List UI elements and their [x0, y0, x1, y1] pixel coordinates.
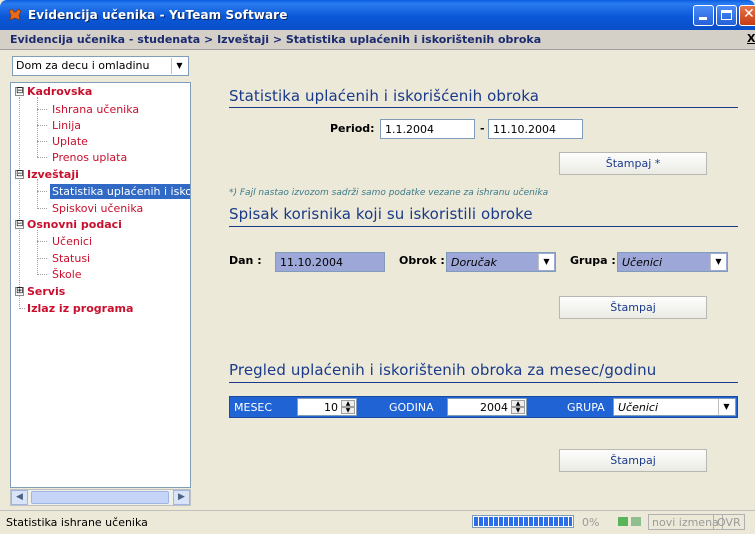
- close-icon: ✕: [743, 6, 755, 22]
- tree-item-label: Škole: [52, 268, 82, 281]
- stats-section-title: Statistika uplaćenih i iskorišćenih obro…: [229, 87, 540, 105]
- minimize-icon: [699, 17, 707, 20]
- day-value: 11.10.2004: [280, 256, 343, 269]
- new-changes-indicator: novi izmena: [648, 514, 723, 530]
- year-label: GODINA: [389, 401, 434, 414]
- breadcrumb: Evidencija učenika - studenata > Izvešta…: [0, 30, 755, 50]
- meal-value: Doručak: [451, 256, 497, 269]
- meal-label: Obrok :: [399, 254, 445, 267]
- collapse-icon[interactable]: ⊟: [15, 220, 24, 229]
- period-separator: -: [480, 122, 485, 135]
- period-label: Period:: [330, 122, 375, 135]
- scroll-right-icon[interactable]: ▶: [173, 490, 190, 505]
- institution-select[interactable]: Dom za decu i omladinu ▼: [12, 56, 189, 76]
- tree-item-label: Spiskovi učenika: [52, 202, 144, 215]
- period-to-input[interactable]: 11.10.2004: [488, 119, 583, 139]
- print-stats-button[interactable]: Štampaj *: [559, 152, 707, 175]
- close-button[interactable]: ✕: [739, 5, 755, 26]
- month-label: MESEC: [234, 401, 273, 414]
- minimize-button[interactable]: [693, 5, 714, 26]
- meal-select[interactable]: Doručak ▼: [446, 252, 556, 272]
- app-icon: [8, 8, 22, 21]
- tree-item-label: Učenici: [52, 235, 92, 248]
- maximize-button[interactable]: [716, 5, 737, 26]
- title-bar: Evidencija učenika - YuTeam Software ✕: [0, 0, 755, 30]
- tree-group-label: Kadrovska: [27, 85, 93, 98]
- tree-item-label: Prenos uplata: [52, 151, 128, 164]
- day-input[interactable]: 11.10.2004: [275, 252, 385, 272]
- group-select[interactable]: Učenici ▼: [617, 252, 728, 272]
- group-month-label: GRUPA: [567, 401, 605, 414]
- tree-group-label: Osnovni podaci: [27, 218, 122, 231]
- progress-fill: [474, 517, 572, 526]
- export-note: *) Fajl nastao izvozom sadrži samo podat…: [229, 188, 549, 198]
- monthly-section-rule: [229, 382, 738, 383]
- group-value: Učenici: [622, 256, 662, 269]
- status-indicator-icon: [618, 517, 628, 526]
- monthly-filter-bar: MESEC 10 ▲ ▼ GODINA 2004 ▲ ▼ GRUPA Učeni…: [229, 396, 738, 418]
- scroll-left-icon[interactable]: ◀: [11, 490, 28, 505]
- tree-group-label: Izveštaji: [27, 168, 79, 181]
- stats-section-rule: [229, 107, 738, 108]
- tree-group-label: Servis: [27, 285, 66, 298]
- tree-item-label: Statistika uplaćenih i isko: [50, 184, 190, 199]
- chevron-down-icon[interactable]: ▼: [718, 399, 734, 415]
- print-monthly-button[interactable]: Štampaj: [559, 449, 707, 472]
- spin-down-icon[interactable]: ▼: [511, 407, 525, 414]
- ovr-indicator: OVR: [713, 514, 745, 530]
- status-bar: Statistika ishrane učenika 0% novi izmen…: [0, 510, 755, 534]
- spin-down-icon[interactable]: ▼: [341, 407, 355, 414]
- collapse-icon[interactable]: ⊟: [15, 170, 24, 179]
- year-spinner[interactable]: 2004 ▲ ▼: [447, 398, 527, 416]
- tree-item-label: Uplate: [52, 135, 88, 148]
- spin-up-icon[interactable]: ▲: [341, 400, 355, 407]
- group-label: Grupa :: [570, 254, 616, 267]
- status-text: Statistika ishrane učenika: [6, 516, 148, 529]
- institution-select-value: Dom za decu i omladinu: [16, 59, 150, 72]
- day-label: Dan :: [229, 254, 262, 267]
- progress-bar: [472, 515, 574, 528]
- chevron-down-icon[interactable]: ▼: [538, 254, 554, 270]
- monthly-section-title: Pregled uplaćenih i iskorištenih obroka …: [229, 361, 657, 379]
- group-month-value: Učenici: [618, 401, 658, 414]
- month-value: 10: [324, 401, 338, 414]
- chevron-down-icon[interactable]: ▼: [710, 254, 726, 270]
- print-users-button[interactable]: Štampaj: [559, 296, 707, 319]
- period-to-value: 11.10.2004: [493, 123, 556, 136]
- progress-percent: 0%: [582, 516, 600, 529]
- collapse-icon[interactable]: ⊟: [15, 87, 24, 96]
- close-view-button[interactable]: X: [747, 32, 755, 46]
- scroll-thumb[interactable]: [31, 491, 169, 504]
- users-section-title: Spisak korisnika koji su iskoristili obr…: [229, 205, 533, 223]
- tree-item-label: Linija: [52, 119, 82, 132]
- window-title: Evidencija učenika - YuTeam Software: [28, 8, 288, 22]
- group-month-select[interactable]: Učenici ▼: [613, 398, 736, 416]
- spin-up-icon[interactable]: ▲: [511, 400, 525, 407]
- chevron-down-icon[interactable]: ▼: [171, 58, 187, 74]
- users-section-rule: [229, 226, 738, 227]
- month-spinner[interactable]: 10 ▲ ▼: [297, 398, 357, 416]
- navigation-tree: ⊟ Kadrovska Ishrana učenika Linija Uplat…: [10, 82, 191, 488]
- main-content: Statistika uplaćenih i iskorišćenih obro…: [200, 56, 749, 508]
- maximize-icon: [721, 10, 732, 20]
- year-value: 2004: [480, 401, 508, 414]
- tree-group-label: Izlaz iz programa: [27, 302, 134, 315]
- status-indicator-icon: [631, 517, 641, 526]
- breadcrumb-text: Evidencija učenika - studenata > Izvešta…: [10, 33, 542, 46]
- expand-icon[interactable]: ⊞: [15, 287, 24, 296]
- tree-horizontal-scrollbar[interactable]: ◀ ▶: [10, 489, 191, 506]
- tree-item-label: Statusi: [52, 252, 91, 265]
- tree-item-label: Ishrana učenika: [52, 103, 140, 116]
- period-from-value: 1.1.2004: [385, 123, 434, 136]
- period-from-input[interactable]: 1.1.2004: [380, 119, 475, 139]
